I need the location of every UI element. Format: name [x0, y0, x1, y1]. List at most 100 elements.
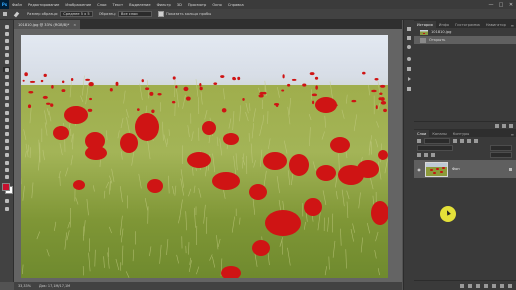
- poppy: [187, 152, 211, 168]
- distant-poppy: [28, 91, 34, 94]
- new-document-from-state-icon[interactable]: [495, 124, 499, 128]
- filter-shape-icon[interactable]: [474, 138, 478, 143]
- poppy: [263, 152, 287, 170]
- image-canvas[interactable]: [21, 35, 388, 278]
- lasso-icon[interactable]: [3, 38, 10, 43]
- lock-all-icon[interactable]: [431, 152, 435, 157]
- quick-select-icon[interactable]: [3, 45, 10, 50]
- menu-file[interactable]: Файл: [9, 3, 25, 7]
- rectangle-icon[interactable]: [3, 152, 10, 157]
- adjustment-layer-icon[interactable]: [484, 283, 488, 288]
- fill-field[interactable]: [490, 151, 512, 158]
- color-panel-icon[interactable]: [406, 44, 412, 50]
- hand-icon[interactable]: [3, 160, 10, 165]
- menu-edit[interactable]: Редактирование: [25, 3, 62, 7]
- minimize-button[interactable]: —: [486, 2, 496, 8]
- lock-pixels-icon[interactable]: [417, 152, 421, 157]
- sampling-ring-option[interactable]: Показать кольцо пробы: [155, 11, 214, 17]
- open-state-icon: [420, 37, 426, 43]
- history-panel-icon[interactable]: [406, 26, 412, 32]
- sample-size-select[interactable]: Среднее 5 x 5: [60, 11, 93, 17]
- brush-settings-panel-icon[interactable]: [406, 86, 412, 92]
- adjustments-panel-icon[interactable]: [406, 56, 412, 62]
- menu-3d[interactable]: 3D: [174, 3, 185, 7]
- move-icon[interactable]: [3, 24, 10, 29]
- home-icon[interactable]: [0, 12, 12, 16]
- menu-type[interactable]: Текст: [110, 3, 127, 7]
- document-tab[interactable]: 101810.jpg @ 33% (RGB/8)* ×: [14, 20, 81, 29]
- zoom-level[interactable]: 33,33%: [14, 284, 35, 288]
- maximize-button[interactable]: □: [496, 2, 506, 8]
- properties-panel-icon[interactable]: [406, 66, 412, 72]
- swatches-panel-icon[interactable]: [406, 35, 412, 41]
- history-state-row[interactable]: Открыть: [414, 36, 516, 44]
- filter-image-icon[interactable]: [453, 138, 457, 143]
- history-snapshot-row[interactable]: 101810.jpg: [414, 28, 516, 36]
- menu-layer[interactable]: Слои: [94, 3, 109, 7]
- path-select-icon[interactable]: [3, 145, 10, 150]
- link-layers-icon[interactable]: [460, 283, 464, 288]
- new-snapshot-icon[interactable]: [502, 124, 506, 128]
- dodge-icon[interactable]: [3, 124, 10, 129]
- brush-icon[interactable]: [3, 81, 10, 86]
- history-panel-menu-icon[interactable]: ≡: [511, 23, 516, 28]
- blend-mode-select[interactable]: [417, 144, 453, 151]
- menu-view[interactable]: Просмотр: [185, 3, 209, 7]
- close-window-button[interactable]: ✕: [506, 2, 516, 8]
- visibility-eye-icon[interactable]: ◉: [416, 167, 422, 172]
- history-brush-icon[interactable]: [3, 95, 10, 100]
- new-layer-icon[interactable]: [500, 283, 504, 288]
- actions-panel-icon[interactable]: [406, 76, 412, 82]
- new-group-icon[interactable]: [492, 283, 496, 288]
- distant-poppy: [302, 83, 307, 87]
- layers-panel-menu-icon[interactable]: ≡: [511, 132, 516, 137]
- tab-info[interactable]: Инфо: [436, 21, 452, 28]
- sample-select[interactable]: Все слои: [118, 11, 152, 17]
- layer-row[interactable]: ◉ Фон: [414, 160, 516, 178]
- menu-filter[interactable]: Фильтр: [154, 3, 174, 7]
- tab-channels[interactable]: Каналы: [429, 130, 449, 137]
- delete-layer-icon[interactable]: [508, 283, 512, 288]
- tab-layers[interactable]: Слои: [414, 130, 430, 137]
- menu-help[interactable]: Справка: [225, 3, 247, 7]
- tab-history[interactable]: История: [414, 21, 436, 28]
- foreground-color-swatch[interactable]: [2, 183, 10, 191]
- screen-mode-icon[interactable]: [3, 206, 10, 211]
- marquee-icon[interactable]: [3, 31, 10, 36]
- zoom-icon[interactable]: [3, 167, 10, 172]
- delete-state-icon[interactable]: [509, 124, 513, 128]
- lock-position-icon[interactable]: [424, 152, 428, 157]
- eraser-icon[interactable]: [3, 102, 10, 107]
- distant-poppy: [87, 108, 93, 112]
- sampling-ring-checkbox[interactable]: [158, 11, 164, 17]
- tab-navigator[interactable]: Навигатор: [483, 21, 509, 28]
- filter-type-icon[interactable]: [467, 138, 471, 143]
- blur-icon[interactable]: [3, 117, 10, 122]
- crop-icon[interactable]: [3, 52, 10, 57]
- poppy: [73, 180, 85, 190]
- layer-style-icon[interactable]: [468, 283, 472, 288]
- opacity-field[interactable]: [490, 144, 512, 151]
- close-tab-icon[interactable]: ×: [73, 23, 76, 27]
- more-tools-icon[interactable]: [3, 174, 10, 179]
- eyedropper-tool-icon[interactable]: [12, 11, 24, 17]
- clone-stamp-icon[interactable]: [3, 88, 10, 93]
- poppy: [135, 113, 159, 141]
- filter-adjustment-icon[interactable]: [460, 138, 464, 143]
- filter-kind-select[interactable]: [424, 137, 450, 144]
- eyedropper-icon[interactable]: [3, 67, 10, 72]
- quick-mask-icon[interactable]: [3, 198, 10, 203]
- tab-paths[interactable]: Контуры: [450, 130, 472, 137]
- gradient-icon[interactable]: [3, 110, 10, 115]
- menu-window[interactable]: Окно: [209, 3, 225, 7]
- layer-name[interactable]: Фон: [452, 167, 460, 171]
- type-icon[interactable]: [3, 138, 10, 143]
- frame-icon[interactable]: [3, 59, 10, 64]
- layer-mask-icon[interactable]: [476, 283, 480, 288]
- filter-kind-icon[interactable]: [417, 138, 421, 143]
- healing-brush-icon[interactable]: [3, 74, 10, 79]
- menu-select[interactable]: Выделение: [126, 3, 153, 7]
- tab-histogram[interactable]: Гистограмма: [452, 21, 483, 28]
- menu-image[interactable]: Изображение: [62, 3, 94, 7]
- pen-icon[interactable]: [3, 131, 10, 136]
